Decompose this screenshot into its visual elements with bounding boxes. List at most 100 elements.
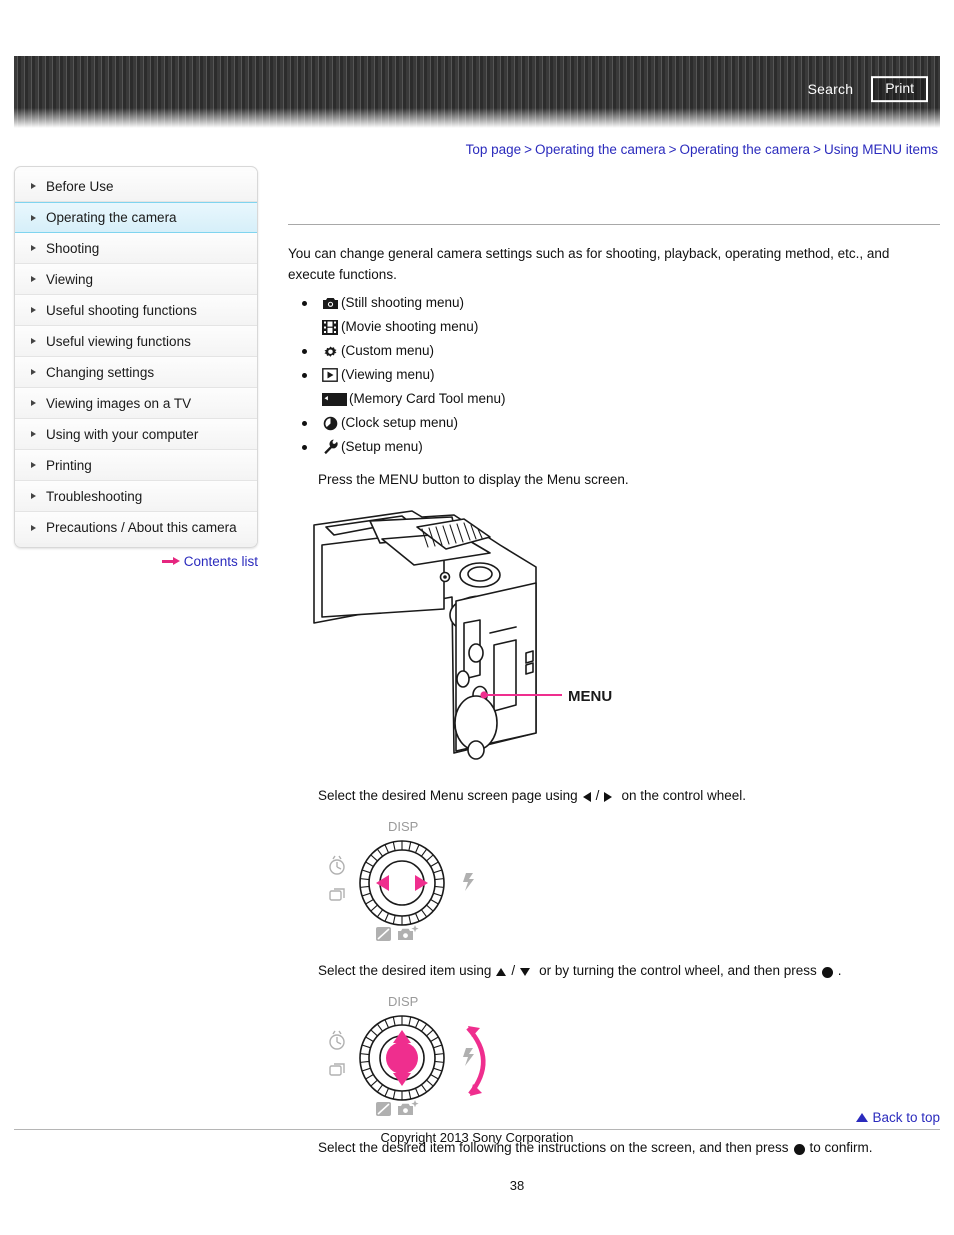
play-triangle-icon xyxy=(321,367,339,384)
camera-menu-callout-label: MENU xyxy=(568,688,612,705)
sidebar-item-label: Useful shooting functions xyxy=(46,302,197,318)
sidebar-item-troubleshooting[interactable]: Troubleshooting xyxy=(15,481,257,512)
chevron-right-icon xyxy=(31,245,36,251)
triangle-right-icon xyxy=(604,792,613,802)
bullet-icon xyxy=(302,444,307,450)
chevron-right-icon xyxy=(31,276,36,282)
movie-film-icon xyxy=(321,319,339,336)
menu-item-label: (Viewing menu) xyxy=(341,367,435,382)
breadcrumb-item-operating-the-camera-2[interactable]: Operating the camera xyxy=(680,142,811,157)
sidebar-item-before-use[interactable]: Before Use xyxy=(15,171,257,202)
menu-icon-list: (Still shooting menu) (Movie shooting me… xyxy=(288,291,940,459)
burst-drive-icon xyxy=(329,888,345,901)
chevron-right-icon xyxy=(31,307,36,313)
breadcrumb-item-top-page[interactable]: Top page xyxy=(466,142,522,157)
breadcrumb: Top page > Operating the camera > Operating … xyxy=(466,142,938,157)
sidebar-item-viewing-images-on-a-tv[interactable]: Viewing images on a TV xyxy=(15,388,257,419)
center-button-icon xyxy=(821,966,833,978)
menu-item-label: (Custom menu) xyxy=(341,343,435,358)
chevron-right-icon xyxy=(31,183,36,189)
triangle-up-icon xyxy=(496,968,507,976)
triangle-down-icon xyxy=(520,968,531,976)
breadcrumb-item-using-menu-items[interactable]: Using MENU items xyxy=(824,142,938,157)
section-divider xyxy=(288,224,940,225)
sidebar-item-printing[interactable]: Printing xyxy=(15,450,257,481)
sidebar-item-operating-the-camera[interactable]: Operating the camera xyxy=(15,202,257,233)
sidebar-item-using-with-your-computer[interactable]: Using with your computer xyxy=(15,419,257,450)
back-to-top-row: Back to top xyxy=(288,1110,940,1125)
chevron-right-icon xyxy=(31,524,36,531)
sidebar-item-useful-shooting-functions[interactable]: Useful shooting functions xyxy=(15,295,257,326)
step-1-label: Press the MENU button to display the Men… xyxy=(318,472,629,487)
sidebar-item-useful-viewing-functions[interactable]: Useful viewing functions xyxy=(15,326,257,357)
sidebar-item-changing-settings[interactable]: Changing settings xyxy=(15,357,257,388)
list-item: (Viewing menu) xyxy=(302,363,940,387)
list-item: (Movie shooting menu) xyxy=(302,315,940,339)
camera-illustration: MENU xyxy=(304,505,940,775)
wheel-disp-label: DISP xyxy=(388,994,418,1009)
sidebar-item-label: Viewing xyxy=(46,271,94,287)
control-wheel-left-right-illustration: DISP xyxy=(316,817,940,950)
breadcrumb-item-operating-the-camera-1[interactable]: Operating the camera xyxy=(535,142,666,157)
chevron-right-icon xyxy=(31,400,36,406)
self-timer-icon xyxy=(329,1030,345,1050)
chevron-right-icon xyxy=(31,214,36,221)
flash-icon xyxy=(463,1048,474,1066)
bullet-icon xyxy=(302,300,307,306)
flash-icon xyxy=(463,873,474,891)
menu-item-label: (Clock setup menu) xyxy=(341,415,459,430)
main-content: You can change general camera settings s… xyxy=(288,186,940,1159)
still-camera-icon xyxy=(321,295,339,312)
list-item: (Custom menu) xyxy=(302,339,940,363)
triangle-left-icon xyxy=(582,792,591,802)
memory-card-icon xyxy=(321,391,347,408)
intro-paragraph: You can change general camera settings s… xyxy=(288,246,890,282)
copyright-text: Copyright 2013 Sony Corporation xyxy=(380,1130,574,1145)
burst-drive-icon xyxy=(329,1063,345,1076)
step-1-text: Press the MENU button to display the Men… xyxy=(318,469,940,491)
wheel-disp-label: DISP xyxy=(388,819,418,834)
step-3-before-label: Select the desired item using xyxy=(318,963,492,978)
step-2-before-label: Select the desired Menu screen page usin… xyxy=(318,788,578,803)
page-number: 38 xyxy=(509,1178,525,1193)
bullet-icon xyxy=(302,348,307,354)
search-link[interactable]: Search xyxy=(808,81,854,97)
wrench-icon xyxy=(321,439,339,456)
menu-item-label: (Still shooting menu) xyxy=(341,295,465,310)
contents-list-row: Contents list xyxy=(14,554,258,569)
sidebar-nav: Before Use Operating the camera Shooting… xyxy=(14,166,258,548)
center-button-icon xyxy=(793,1143,805,1155)
photo-creativity-icon xyxy=(398,925,419,940)
bullet-icon xyxy=(302,372,307,378)
sidebar-item-precautions-about-this-camera[interactable]: Precautions / About this camera xyxy=(15,512,257,543)
sidebar-item-viewing[interactable]: Viewing xyxy=(15,264,257,295)
step-2-between-label: / xyxy=(595,788,600,803)
back-to-top-link[interactable]: Back to top xyxy=(872,1110,940,1125)
menu-item-label: (Memory Card Tool menu) xyxy=(349,391,506,406)
step-3-text: Select the desired item using / or by tu… xyxy=(318,960,940,982)
self-timer-icon xyxy=(329,855,345,875)
print-button[interactable]: Print xyxy=(871,76,928,103)
chevron-right-icon xyxy=(31,493,36,499)
list-item: (Clock setup menu) xyxy=(302,411,940,435)
wheel-center-button-icon xyxy=(386,1042,418,1074)
exposure-compensation-icon xyxy=(376,927,391,941)
gear-icon xyxy=(321,343,339,360)
sidebar-item-label: Changing settings xyxy=(46,364,155,380)
step-3-middle-label: or by turning the control wheel, and the… xyxy=(539,963,817,978)
chevron-right-icon xyxy=(31,431,36,437)
header-banner: Search Print xyxy=(14,56,940,128)
sidebar-item-shooting[interactable]: Shooting xyxy=(15,233,257,264)
step-2-text: Select the desired Menu screen page usin… xyxy=(318,785,940,807)
chevron-right-icon xyxy=(31,369,36,375)
sidebar-item-label: Operating the camera xyxy=(46,210,177,225)
contents-list-link[interactable]: Contents list xyxy=(184,554,258,569)
clock-icon xyxy=(321,415,339,432)
list-item: (Still shooting menu) xyxy=(302,291,940,315)
chevron-right-icon xyxy=(31,462,36,468)
triangle-up-icon xyxy=(856,1113,869,1122)
arrow-right-icon xyxy=(161,557,180,566)
list-item: (Setup menu) xyxy=(302,435,940,459)
control-wheel-up-down-illustration: DISP xyxy=(316,992,940,1127)
menu-item-label: (Setup menu) xyxy=(341,439,423,454)
